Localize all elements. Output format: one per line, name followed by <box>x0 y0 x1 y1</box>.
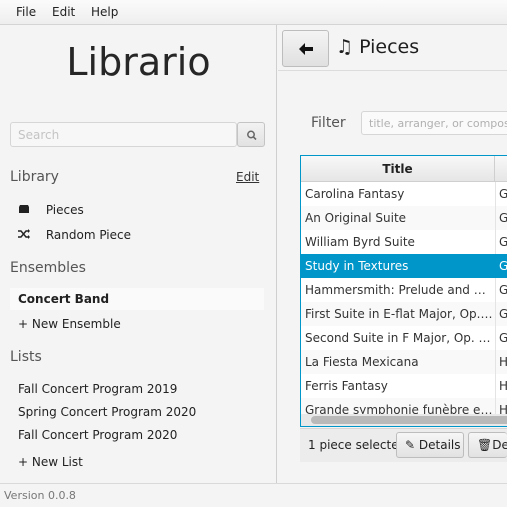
search-button[interactable] <box>237 122 265 147</box>
menu-bar: File Edit Help <box>0 0 507 25</box>
arrow-left-icon <box>298 43 313 55</box>
sidebar-item-random-piece[interactable]: Random Piece <box>18 228 131 242</box>
library-edit-link[interactable]: Edit <box>236 170 259 184</box>
inbox-icon <box>18 204 34 217</box>
version-label: Version 0.0.8 <box>4 489 76 502</box>
details-button[interactable]: ✎ Details <box>396 432 464 458</box>
column-header-second[interactable] <box>495 156 507 182</box>
table-row[interactable]: First Suite in E-flat Major, Op. 28/1G <box>301 302 507 326</box>
lists-heading: Lists <box>10 349 42 365</box>
filter-label: Filter <box>311 115 346 131</box>
column-header-title[interactable]: Title <box>301 156 495 182</box>
menu-file[interactable]: File <box>16 5 36 19</box>
selection-count: 1 piece selected <box>308 438 407 452</box>
horizontal-scrollbar[interactable] <box>301 414 507 426</box>
search-input[interactable]: Search <box>10 122 237 147</box>
pencil-icon: ✎ <box>405 438 416 452</box>
ensemble-item-concert-band[interactable]: Concert Band <box>18 292 109 306</box>
list-item-fall-2020[interactable]: Fall Concert Program 2020 <box>18 428 177 442</box>
scrollbar-thumb[interactable] <box>311 416 507 424</box>
table-row[interactable]: La Fiesta MexicanaH <box>301 350 507 374</box>
music-note-icon: ♫ <box>336 36 354 58</box>
sidebar-item-pieces[interactable]: Pieces <box>18 203 84 217</box>
library-heading: Library <box>10 169 59 185</box>
table-row[interactable]: William Byrd SuiteG <box>301 230 507 254</box>
table-row[interactable]: An Original SuiteG <box>301 206 507 230</box>
ensembles-heading: Ensembles <box>10 260 86 276</box>
trash-icon: 🗑 <box>477 438 493 452</box>
header-divider <box>278 70 507 71</box>
filter-input[interactable]: title, arranger, or composer <box>361 111 507 135</box>
table-row[interactable]: Ferris FantasyH <box>301 374 507 398</box>
menu-help[interactable]: Help <box>91 5 118 19</box>
menu-edit[interactable]: Edit <box>52 5 75 19</box>
list-item-fall-2019[interactable]: Fall Concert Program 2019 <box>18 382 177 396</box>
delete-button[interactable]: 🗑De <box>468 432 507 458</box>
status-bar <box>0 483 507 507</box>
shuffle-icon <box>18 229 34 242</box>
list-item-spring-2020[interactable]: Spring Concert Program 2020 <box>18 405 196 419</box>
sidebar-item-label: Random Piece <box>45 228 131 242</box>
table-row[interactable]: Hammersmith: Prelude and Scher...G <box>301 278 507 302</box>
sidebar-item-label: Pieces <box>45 203 84 217</box>
page-title: ♫ Pieces <box>336 36 420 58</box>
sidebar: Librario Search Library Edit Pieces Rand… <box>0 25 277 483</box>
table-row[interactable]: Second Suite in F Major, Op. 28/2G <box>301 326 507 350</box>
table-row-selected[interactable]: Study in TexturesG <box>301 254 507 278</box>
new-ensemble-button[interactable]: + New Ensemble <box>18 317 121 331</box>
back-button[interactable] <box>282 30 329 67</box>
app-title: Librario <box>66 40 211 84</box>
search-icon <box>247 130 257 141</box>
pieces-table: Title Carolina FantasyG An Original Suit… <box>300 155 507 427</box>
table-row[interactable]: Carolina FantasyG <box>301 182 507 206</box>
new-list-button[interactable]: + New List <box>18 455 83 469</box>
